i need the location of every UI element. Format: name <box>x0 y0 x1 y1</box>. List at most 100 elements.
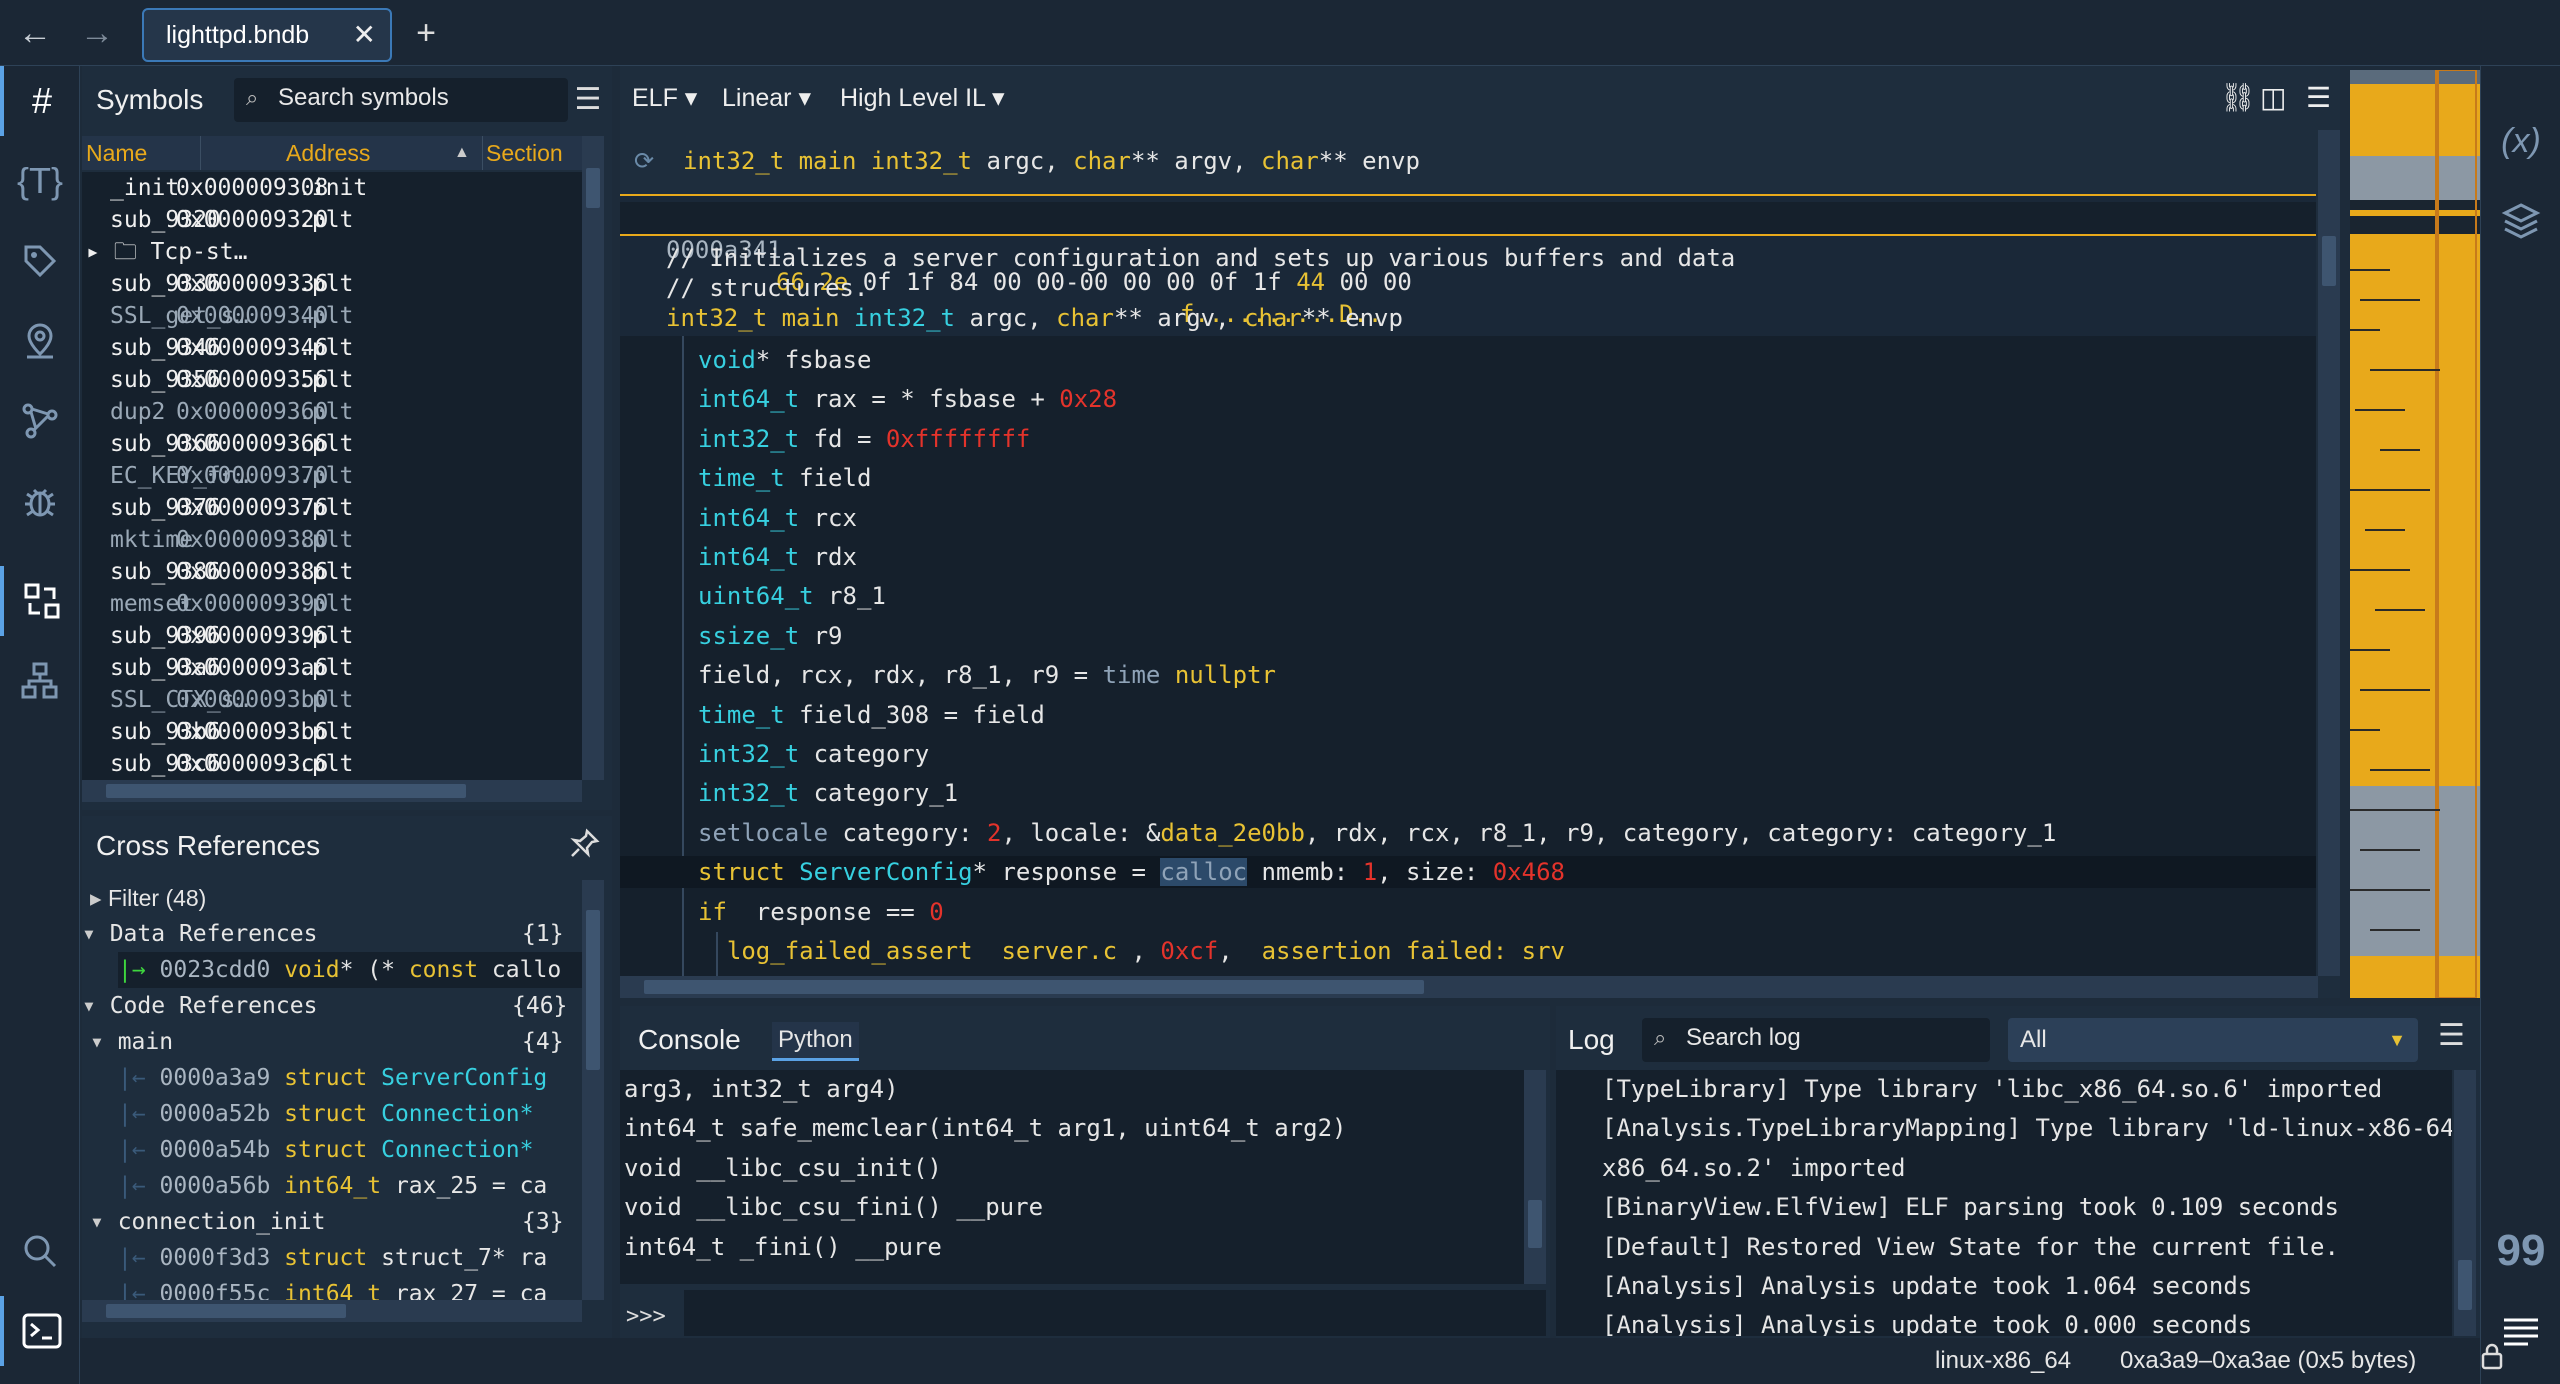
xref-row[interactable]: |← 0000f55c int64_t rax_27 = ca <box>118 1276 547 1300</box>
hlil-line[interactable]: field, rcx, rdx, r8_1, r9 = time nullptr <box>698 659 1276 691</box>
column-name[interactable]: Name <box>86 136 147 170</box>
hlil-line[interactable]: log_failed_assert server.c , 0xcf, asser… <box>698 935 1565 967</box>
xref-row[interactable]: |← 0000a3a9 struct ServerConfig <box>118 1060 547 1096</box>
symbols-scroll-thumb[interactable] <box>586 168 600 208</box>
hlil-line[interactable]: int64_t rax = * fsbase + 0x28 <box>698 383 1117 415</box>
symbol-row[interactable]: SSL_CTX_s… 0x0000093b0 .plt <box>82 684 582 716</box>
xref-vertical-scrollbar[interactable] <box>582 880 604 1300</box>
close-tab-icon[interactable]: ✕ <box>353 10 376 60</box>
back-arrow-icon[interactable]: ← <box>10 10 60 56</box>
refresh-icon[interactable]: ⟳ <box>620 147 654 175</box>
feature-map[interactable] <box>2350 69 2480 999</box>
symbol-row[interactable]: sub_93a6 0x0000093a6 .plt <box>82 652 582 684</box>
symbol-row[interactable]: sub_9366 0x000009366 .plt <box>82 428 582 460</box>
xref-scroll-thumb[interactable] <box>586 910 600 1070</box>
xref-row[interactable]: |← 0000f3d3 struct struct_7* ra <box>118 1240 547 1276</box>
log-vertical-scrollbar[interactable] <box>2454 1070 2476 1336</box>
xref-row[interactable]: |← 0000a54b struct Connection* <box>118 1132 533 1168</box>
format-dropdown[interactable]: ELF ▾ <box>632 66 697 130</box>
xref-filter[interactable]: ▸ Filter (48) <box>90 880 206 916</box>
graph-nodes-icon[interactable] <box>0 386 80 456</box>
column-address[interactable]: Address <box>286 136 370 170</box>
console-scroll-thumb[interactable] <box>1528 1200 1542 1248</box>
hlil-line[interactable]: setlocale category: 2, locale: &data_2e0… <box>698 817 2056 849</box>
data-reference-row[interactable]: |→ 0023cdd0 void* (* const callo <box>118 952 582 988</box>
code-vertical-scrollbar[interactable] <box>2318 130 2340 976</box>
search-symbols-input[interactable]: ⌕ Search symbols <box>234 78 568 122</box>
layout-dropdown[interactable]: Linear ▾ <box>722 66 811 130</box>
pin-icon[interactable] <box>570 828 600 865</box>
cross-references-icon[interactable] <box>0 566 80 636</box>
symbols-hash-icon[interactable]: # <box>0 66 80 136</box>
log-scroll-thumb[interactable] <box>2458 1260 2472 1310</box>
variables-icon[interactable]: (x) <box>2481 106 2560 176</box>
search-icon[interactable] <box>0 1216 80 1286</box>
hlil-line[interactable]: if response == 0 <box>698 896 944 928</box>
symbol-row[interactable]: sub_9386 0x000009386 .plt <box>82 556 582 588</box>
symbol-row[interactable]: sub_93c6 0x0000093c6 .plt <box>82 748 582 780</box>
code-hscroll-thumb[interactable] <box>644 980 1424 994</box>
il-dropdown[interactable]: High Level IL ▾ <box>840 66 1005 130</box>
tag-icon[interactable] <box>0 226 80 296</box>
symbol-row[interactable]: sub_9346 0x000009346 .plt <box>82 332 582 364</box>
hlil-line[interactable]: time_t field <box>698 462 871 494</box>
split-view-icon[interactable]: ◫ <box>2260 66 2286 130</box>
symbol-row[interactable]: EC_KEY_fr… 0x000009370 .plt <box>82 460 582 492</box>
xref-function-node[interactable]: ▾ connection_init {3} <box>90 1204 582 1240</box>
debugger-bug-icon[interactable] <box>0 466 80 536</box>
hlil-line[interactable]: int32_t category <box>698 738 929 770</box>
hlil-line[interactable]: struct ServerConfig* response = calloc n… <box>620 856 2316 889</box>
view-menu-icon[interactable]: ☰ <box>2306 66 2331 130</box>
hlil-line[interactable]: int32_t fd = 0xffffffff <box>698 423 1030 455</box>
quote-icon[interactable]: 99 <box>2481 1216 2560 1286</box>
new-tab-button[interactable]: + <box>406 10 446 56</box>
xref-function-node[interactable]: ▾ main {4} <box>90 1024 582 1060</box>
symbol-row[interactable]: sub_9396 0x000009396 .plt <box>82 620 582 652</box>
layers-icon[interactable] <box>2481 186 2560 256</box>
symbol-row[interactable]: sub_9356 0x000009356 .plt <box>82 364 582 396</box>
location-pin-icon[interactable] <box>0 306 80 376</box>
symbols-hscroll-thumb[interactable] <box>106 784 466 798</box>
symbol-row[interactable]: sub_9320 0x000009320 .plt <box>82 204 582 236</box>
selection-status[interactable]: 0xa3a9–0xa3ae (0x5 bytes) <box>2120 1338 2416 1384</box>
code-horizontal-scrollbar[interactable] <box>620 976 2318 998</box>
symbol-row[interactable]: sub_9376 0x000009376 .plt <box>82 492 582 524</box>
symbol-row[interactable]: _init 0x000009308 .init <box>82 172 582 204</box>
forward-arrow-icon[interactable]: → <box>72 10 122 56</box>
log-level-select[interactable]: All ▼ <box>2008 1018 2418 1062</box>
symbol-row[interactable]: ▸ 🗀 Tcp-st… <box>82 236 582 268</box>
hex-line[interactable]: 0000a341 66 2e 0f 1f 84 00 00-00 00 00 0… <box>620 202 2316 328</box>
symbols-menu-icon[interactable]: ☰ <box>568 80 608 120</box>
hlil-line[interactable]: void* fsbase <box>698 344 871 376</box>
code-scroll-thumb[interactable] <box>2322 236 2336 286</box>
console-tab[interactable]: Console <box>638 1024 741 1056</box>
symbols-vertical-scrollbar[interactable] <box>582 136 604 780</box>
xref-hscroll-thumb[interactable] <box>106 1304 346 1318</box>
hlil-line[interactable]: ssize_t r9 <box>698 620 843 652</box>
lock-icon[interactable] <box>2480 1338 2504 1384</box>
symbol-row[interactable]: SSL_get_s… 0x000009340 .plt <box>82 300 582 332</box>
column-section[interactable]: Section <box>486 136 563 170</box>
code-references-node[interactable]: ▾ Code References {46} <box>82 988 582 1024</box>
link-icon[interactable]: ⛓ <box>2220 66 2256 130</box>
tab-lighttpd[interactable]: lighttpd.bndb ✕ <box>142 8 392 62</box>
log-menu-icon[interactable]: ☰ <box>2438 1018 2465 1053</box>
function-declaration[interactable]: int32_t main int32_t argc, char** argv, … <box>620 300 2316 336</box>
types-braces-icon[interactable]: {T} <box>0 146 80 216</box>
terminal-icon[interactable] <box>0 1296 80 1366</box>
hlil-line[interactable]: int64_t rdx <box>698 541 857 573</box>
xref-row[interactable]: |← 0000a56b int64_t rax_25 = ca <box>118 1168 547 1204</box>
console-vertical-scrollbar[interactable] <box>1524 1070 1546 1284</box>
xref-row[interactable]: |← 0000a52b struct Connection* <box>118 1096 533 1132</box>
symbol-row[interactable]: sub_93b6 0x0000093b6 .plt <box>82 716 582 748</box>
symbol-row[interactable]: mktime 0x000009380 .plt <box>82 524 582 556</box>
symbols-horizontal-scrollbar[interactable] <box>82 780 582 802</box>
hlil-line[interactable]: int32_t category_1 <box>698 777 958 809</box>
hlil-line[interactable]: int64_t rcx <box>698 502 857 534</box>
python-input[interactable] <box>684 1290 1546 1336</box>
xref-horizontal-scrollbar[interactable] <box>82 1300 582 1322</box>
symbol-row[interactable]: dup2 0x000009360 .plt <box>82 396 582 428</box>
code-listing[interactable]: ⟳ int32_t main int32_t argc, char** argv… <box>620 130 2316 976</box>
search-log-input[interactable]: ⌕ Search log <box>1642 1018 1990 1062</box>
hierarchy-icon[interactable] <box>0 646 80 716</box>
